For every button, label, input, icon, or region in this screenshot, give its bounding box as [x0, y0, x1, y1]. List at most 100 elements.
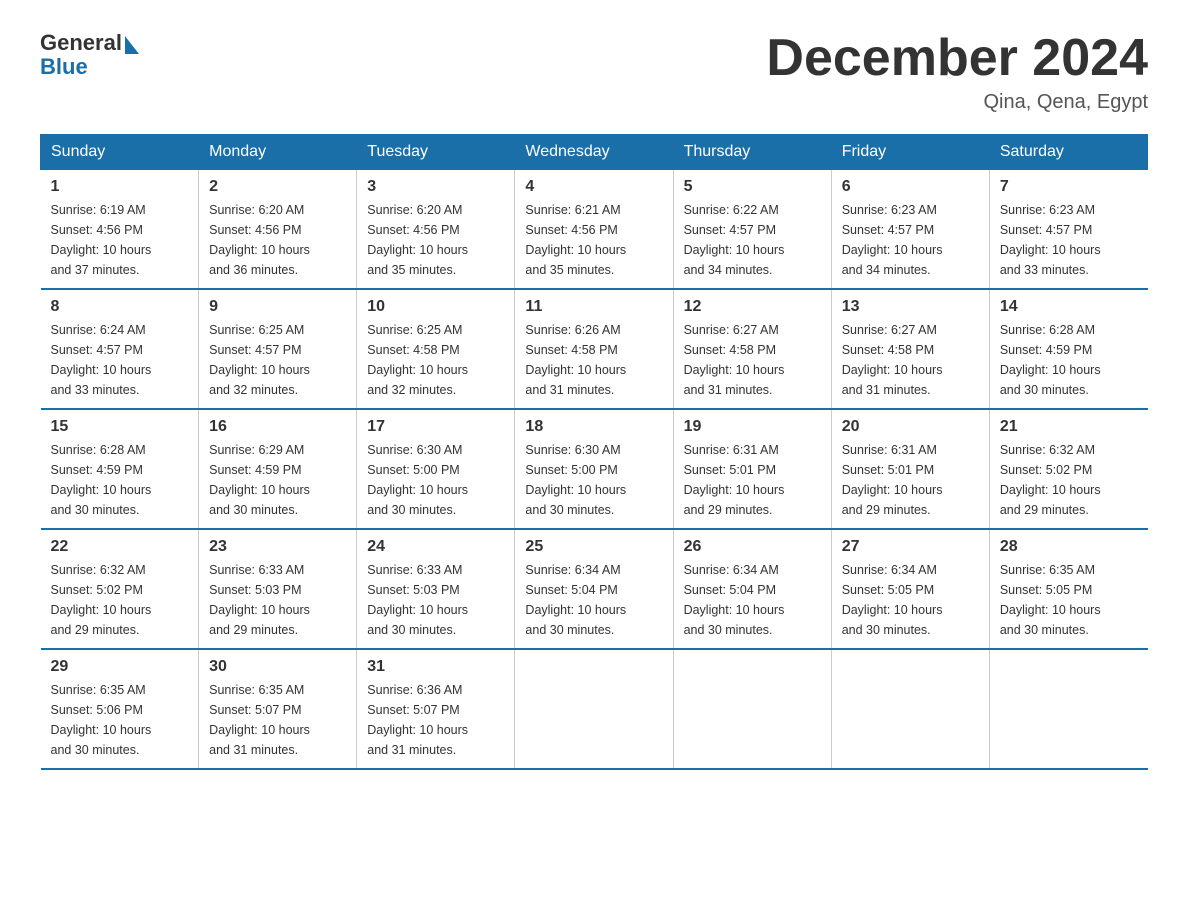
day-number: 12 [684, 298, 821, 316]
day-info: Sunrise: 6:33 AMSunset: 5:03 PMDaylight:… [367, 560, 504, 640]
day-info: Sunrise: 6:23 AMSunset: 4:57 PMDaylight:… [842, 200, 979, 280]
day-number: 16 [209, 418, 346, 436]
title-block: December 2024 Qina, Qena, Egypt [766, 30, 1148, 114]
calendar-header-row: SundayMondayTuesdayWednesdayThursdayFrid… [41, 135, 1148, 170]
calendar-table: SundayMondayTuesdayWednesdayThursdayFrid… [40, 134, 1148, 770]
day-number: 2 [209, 178, 346, 196]
calendar-cell: 16Sunrise: 6:29 AMSunset: 4:59 PMDayligh… [199, 409, 357, 529]
day-number: 9 [209, 298, 346, 316]
day-number: 8 [51, 298, 189, 316]
day-info: Sunrise: 6:34 AMSunset: 5:04 PMDaylight:… [525, 560, 662, 640]
day-number: 17 [367, 418, 504, 436]
day-number: 4 [525, 178, 662, 196]
day-info: Sunrise: 6:28 AMSunset: 4:59 PMDaylight:… [51, 440, 189, 520]
calendar-week-5: 29 Sunrise: 6:35 AMSunset: 5:06 PMDayligh… [41, 649, 1148, 769]
weekday-header-saturday: Saturday [989, 135, 1147, 170]
weekday-header-thursday: Thursday [673, 135, 831, 170]
day-info: Sunrise: 6:35 AMSunset: 5:06 PMDaylight:… [51, 680, 189, 760]
day-number: 15 [51, 418, 189, 436]
calendar-week-2: 8Sunrise: 6:24 AMSunset: 4:57 PMDaylight… [41, 289, 1148, 409]
calendar-cell: 15 Sunrise: 6:28 AMSunset: 4:59 PMDayligh… [41, 409, 199, 529]
calendar-cell [515, 649, 673, 769]
day-number: 23 [209, 538, 346, 556]
weekday-header-monday: Monday [199, 135, 357, 170]
calendar-week-3: 15 Sunrise: 6:28 AMSunset: 4:59 PMDayligh… [41, 409, 1148, 529]
logo-blue-text: Blue [40, 54, 139, 80]
day-number: 27 [842, 538, 979, 556]
day-number: 14 [1000, 298, 1138, 316]
day-info: Sunrise: 6:28 AMSunset: 4:59 PMDaylight:… [1000, 320, 1138, 400]
calendar-cell: 8Sunrise: 6:24 AMSunset: 4:57 PMDaylight… [41, 289, 199, 409]
day-info: Sunrise: 6:21 AMSunset: 4:56 PMDaylight:… [525, 200, 662, 280]
calendar-cell [673, 649, 831, 769]
weekday-header-tuesday: Tuesday [357, 135, 515, 170]
calendar-cell [831, 649, 989, 769]
page-header: General Blue December 2024 Qina, Qena, E… [40, 30, 1148, 114]
day-info: Sunrise: 6:32 AMSunset: 5:02 PMDaylight:… [1000, 440, 1138, 520]
calendar-cell: 12 Sunrise: 6:27 AMSunset: 4:58 PMDayligh… [673, 289, 831, 409]
day-info: Sunrise: 6:33 AMSunset: 5:03 PMDaylight:… [209, 560, 346, 640]
calendar-cell: 4 Sunrise: 6:21 AMSunset: 4:56 PMDaylight… [515, 170, 673, 290]
day-number: 18 [525, 418, 662, 436]
day-info: Sunrise: 6:27 AMSunset: 4:58 PMDaylight:… [842, 320, 979, 400]
calendar-cell: 21Sunrise: 6:32 AMSunset: 5:02 PMDayligh… [989, 409, 1147, 529]
day-number: 13 [842, 298, 979, 316]
calendar-cell [989, 649, 1147, 769]
calendar-cell: 9Sunrise: 6:25 AMSunset: 4:57 PMDaylight… [199, 289, 357, 409]
calendar-cell: 25 Sunrise: 6:34 AMSunset: 5:04 PMDayligh… [515, 529, 673, 649]
calendar-cell: 18 Sunrise: 6:30 AMSunset: 5:00 PMDayligh… [515, 409, 673, 529]
calendar-cell: 29 Sunrise: 6:35 AMSunset: 5:06 PMDayligh… [41, 649, 199, 769]
day-number: 1 [51, 178, 189, 196]
day-number: 30 [209, 658, 346, 676]
day-info: Sunrise: 6:35 AMSunset: 5:07 PMDaylight:… [209, 680, 346, 760]
calendar-cell: 14 Sunrise: 6:28 AMSunset: 4:59 PMDayligh… [989, 289, 1147, 409]
calendar-cell: 3 Sunrise: 6:20 AMSunset: 4:56 PMDaylight… [357, 170, 515, 290]
day-info: Sunrise: 6:19 AMSunset: 4:56 PMDaylight:… [51, 200, 189, 280]
calendar-cell: 27 Sunrise: 6:34 AMSunset: 5:05 PMDayligh… [831, 529, 989, 649]
day-number: 19 [684, 418, 821, 436]
calendar-week-4: 22 Sunrise: 6:32 AMSunset: 5:02 PMDayligh… [41, 529, 1148, 649]
day-number: 22 [51, 538, 189, 556]
calendar-cell: 2Sunrise: 6:20 AMSunset: 4:56 PMDaylight… [199, 170, 357, 290]
day-info: Sunrise: 6:25 AMSunset: 4:58 PMDaylight:… [367, 320, 504, 400]
location: Qina, Qena, Egypt [766, 91, 1148, 114]
day-number: 10 [367, 298, 504, 316]
calendar-cell: 23 Sunrise: 6:33 AMSunset: 5:03 PMDayligh… [199, 529, 357, 649]
day-number: 26 [684, 538, 821, 556]
day-number: 25 [525, 538, 662, 556]
day-info: Sunrise: 6:27 AMSunset: 4:58 PMDaylight:… [684, 320, 821, 400]
day-info: Sunrise: 6:20 AMSunset: 4:56 PMDaylight:… [367, 200, 504, 280]
calendar-cell: 19 Sunrise: 6:31 AMSunset: 5:01 PMDayligh… [673, 409, 831, 529]
day-number: 28 [1000, 538, 1138, 556]
day-number: 29 [51, 658, 189, 676]
calendar-cell: 5Sunrise: 6:22 AMSunset: 4:57 PMDaylight… [673, 170, 831, 290]
calendar-cell: 31 Sunrise: 6:36 AMSunset: 5:07 PMDayligh… [357, 649, 515, 769]
logo-arrow-icon [125, 36, 139, 54]
calendar-cell: 28Sunrise: 6:35 AMSunset: 5:05 PMDayligh… [989, 529, 1147, 649]
calendar-cell: 6 Sunrise: 6:23 AMSunset: 4:57 PMDaylight… [831, 170, 989, 290]
calendar-cell: 10 Sunrise: 6:25 AMSunset: 4:58 PMDayligh… [357, 289, 515, 409]
day-number: 7 [1000, 178, 1138, 196]
day-info: Sunrise: 6:22 AMSunset: 4:57 PMDaylight:… [684, 200, 821, 280]
day-info: Sunrise: 6:31 AMSunset: 5:01 PMDaylight:… [684, 440, 821, 520]
day-info: Sunrise: 6:31 AMSunset: 5:01 PMDaylight:… [842, 440, 979, 520]
calendar-cell: 17Sunrise: 6:30 AMSunset: 5:00 PMDayligh… [357, 409, 515, 529]
day-info: Sunrise: 6:34 AMSunset: 5:05 PMDaylight:… [842, 560, 979, 640]
logo-general-text: General [40, 30, 122, 56]
day-number: 6 [842, 178, 979, 196]
calendar-cell: 24 Sunrise: 6:33 AMSunset: 5:03 PMDayligh… [357, 529, 515, 649]
day-info: Sunrise: 6:36 AMSunset: 5:07 PMDaylight:… [367, 680, 504, 760]
day-info: Sunrise: 6:32 AMSunset: 5:02 PMDaylight:… [51, 560, 189, 640]
calendar-cell: 30 Sunrise: 6:35 AMSunset: 5:07 PMDayligh… [199, 649, 357, 769]
month-title: December 2024 [766, 30, 1148, 87]
day-number: 3 [367, 178, 504, 196]
day-number: 31 [367, 658, 504, 676]
calendar-cell: 11Sunrise: 6:26 AMSunset: 4:58 PMDayligh… [515, 289, 673, 409]
day-number: 24 [367, 538, 504, 556]
day-info: Sunrise: 6:30 AMSunset: 5:00 PMDaylight:… [525, 440, 662, 520]
day-number: 20 [842, 418, 979, 436]
calendar-cell: 1 Sunrise: 6:19 AMSunset: 4:56 PMDaylight… [41, 170, 199, 290]
calendar-cell: 20 Sunrise: 6:31 AMSunset: 5:01 PMDayligh… [831, 409, 989, 529]
weekday-header-sunday: Sunday [41, 135, 199, 170]
day-info: Sunrise: 6:23 AMSunset: 4:57 PMDaylight:… [1000, 200, 1138, 280]
